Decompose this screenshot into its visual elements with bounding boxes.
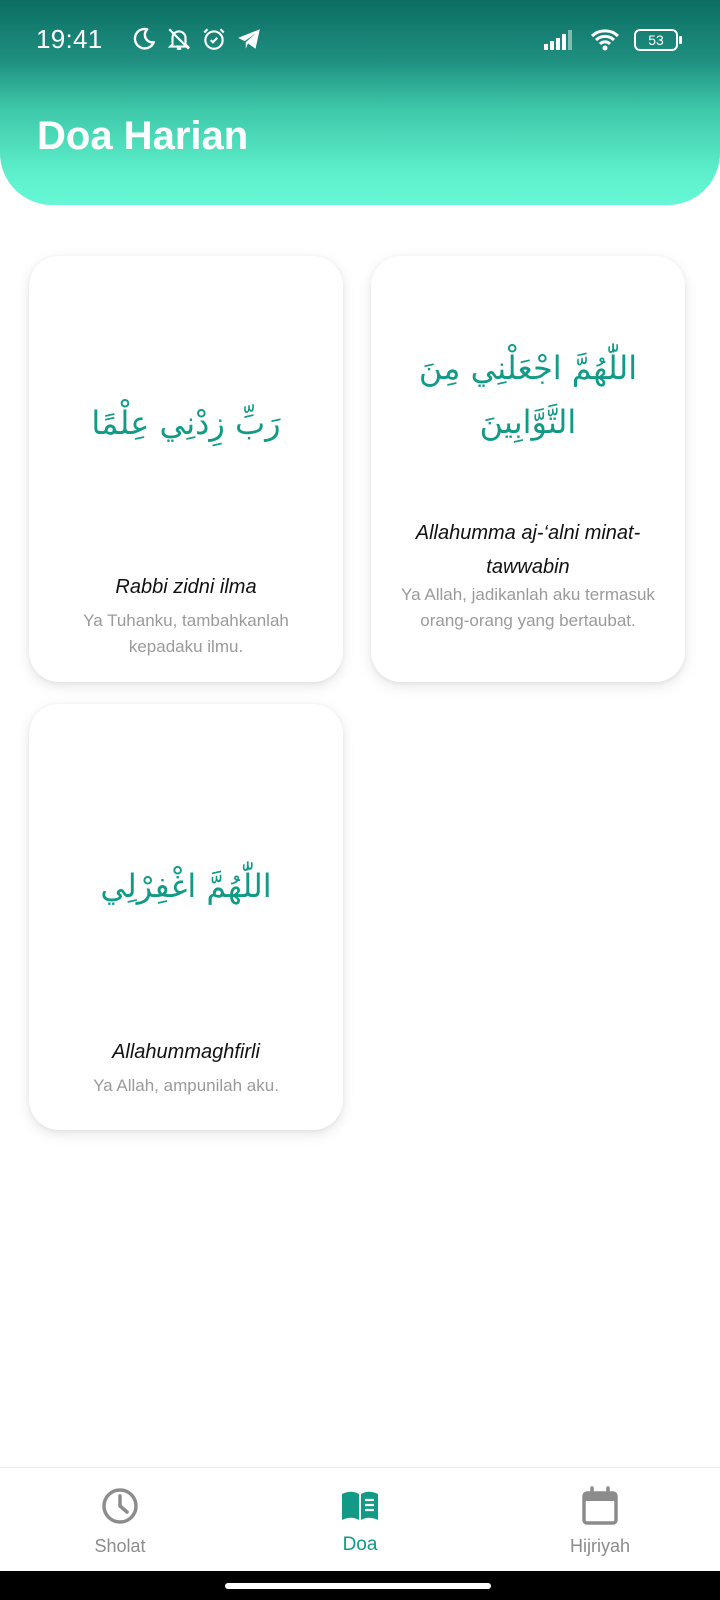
book-icon — [342, 1491, 378, 1520]
doa-latin: Allahumma aj-‘alni minat-tawwabin — [415, 522, 641, 578]
nav-label-sholat: Sholat — [94, 1536, 146, 1556]
doa-arabic: اللّٰهُمَّ اغْفِرْلِي — [100, 867, 272, 905]
doa-latin: Allahummaghfirli — [112, 1041, 260, 1063]
telegram-icon — [238, 29, 260, 49]
moon-icon — [133, 27, 155, 50]
doa-meaning: Ya Allah, jadikanlah aku termasuk orang-… — [401, 585, 655, 630]
battery-icon: 53 — [634, 29, 682, 51]
status-time: 19:41 — [36, 24, 103, 54]
signal-icon — [544, 30, 572, 50]
bell-off-icon — [167, 28, 191, 50]
nav-label-doa: Doa — [342, 1534, 378, 1555]
doa-card[interactable]: اللّٰهُمَّ اجْعَلْنِي مِنَ التَّوَّابِين… — [371, 256, 685, 682]
alarm-icon — [203, 28, 225, 50]
nav-item-sholat[interactable]: Sholat — [0, 1468, 240, 1572]
nav-item-hijriyah[interactable]: Hijriyah — [480, 1468, 720, 1572]
doa-meaning: Ya Tuhanku, tambahkanlah kepadaku ilmu. — [83, 611, 289, 656]
calendar-icon — [582, 1486, 618, 1525]
battery-level: 53 — [648, 32, 664, 48]
doa-card[interactable]: اللّٰهُمَّ اغْفِرْلِي Allahummaghfirli Y… — [29, 704, 343, 1130]
status-icons-right: 53 — [544, 26, 682, 54]
status-icons-left — [131, 24, 262, 54]
nav-label-hijriyah: Hijriyah — [569, 1536, 630, 1556]
nav-item-doa[interactable]: Doa — [240, 1468, 480, 1572]
doa-arabic: اللّٰهُمَّ اجْعَلْنِي مِنَ التَّوَّابِين… — [418, 349, 638, 441]
doa-latin: Rabbi zidni ilma — [115, 576, 257, 598]
doa-meaning: Ya Allah, ampunilah aku. — [93, 1076, 279, 1095]
doa-card[interactable]: رَبِّ زِدْنِي عِلْمًا Rabbi zidni ilma Y… — [29, 256, 343, 682]
status-bar: 19:41 53 — [0, 0, 720, 62]
system-gesture-area — [0, 1571, 720, 1600]
clock-icon — [102, 1488, 138, 1524]
page-title: Doa Harian — [37, 114, 249, 158]
home-gesture-bar[interactable] — [225, 1583, 491, 1589]
bottom-navigation: Sholat Doa Hijriyah — [0, 1467, 720, 1571]
wifi-icon — [590, 29, 620, 51]
app-header: 19:41 53 Doa Harian — [0, 0, 720, 205]
doa-arabic: رَبِّ زِدْنِي عِلْمًا — [91, 404, 281, 442]
